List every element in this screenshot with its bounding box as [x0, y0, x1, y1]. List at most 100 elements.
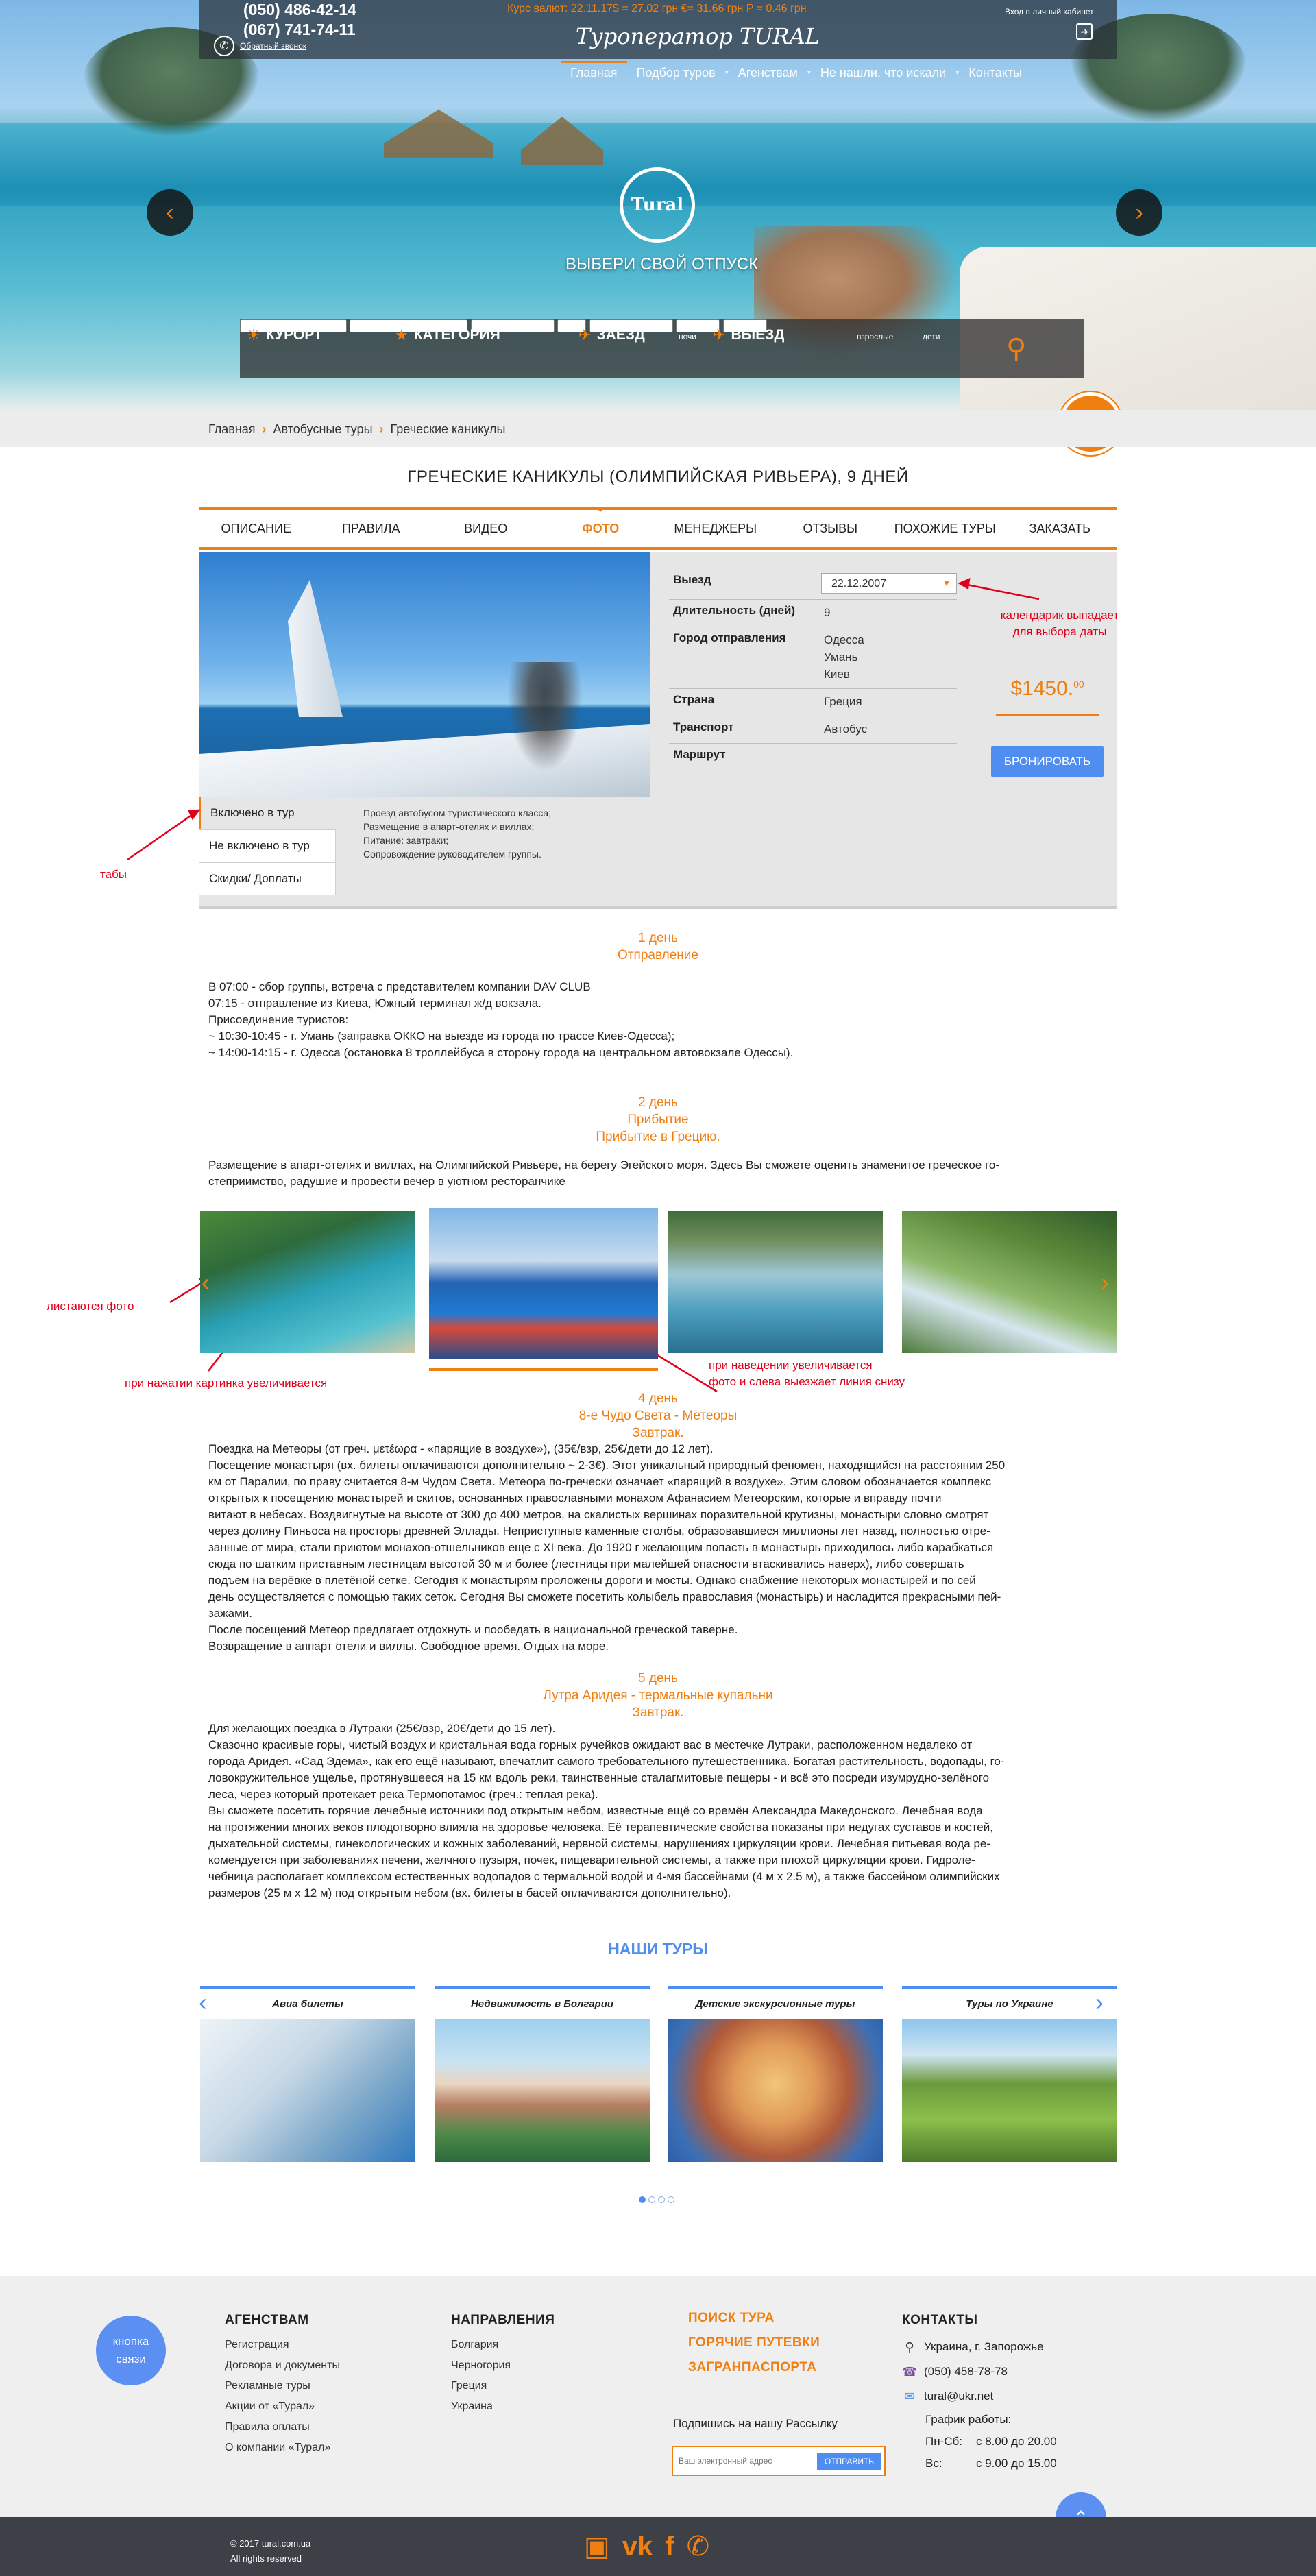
departure-date-select[interactable]: 22.12.2007 ▼	[821, 573, 957, 594]
tour-title: ГРЕЧЕСКИЕ КАНИКУЛЫ (ОЛИМПИЙСКАЯ РИВЬЕРА)…	[407, 467, 909, 486]
tab-rules[interactable]: ПРАВИЛА	[314, 510, 429, 547]
annotation-hover: при наведении увеличивается фото и слева…	[709, 1359, 905, 1388]
social-links: ▣ vk f ✆	[584, 2531, 709, 2562]
tab-description[interactable]: ОПИСАНИЕ	[199, 510, 314, 547]
contact-button[interactable]: кнопка связи	[96, 2316, 166, 2385]
footer-quick-links: ПОИСК ТУРА ГОРЯЧИЕ ПУТЕВКИ ЗАГРАНПАСПОРТ…	[688, 2306, 820, 2380]
footer-link[interactable]: Рекламные туры	[225, 2376, 340, 2396]
exit-icon[interactable]: ➜	[1076, 23, 1093, 40]
nav-agencies[interactable]: Агенствам	[729, 63, 807, 85]
tab-photo[interactable]: ФОТО	[544, 507, 659, 547]
tour-card-bulgaria[interactable]: Недвижимость в Болгарии	[435, 1986, 650, 2162]
resort-field: ☀ КУРОРТ	[247, 326, 323, 343]
work-hours: График работы: Пн-Сб: с 8.00 до 20.00 Вс:…	[925, 2413, 1057, 2470]
day5-heading: 5 день Лутра Аридея - термальные купальн…	[543, 1671, 773, 1720]
subscribe-button[interactable]: ОТПРАВИТЬ	[817, 2453, 881, 2470]
search-icon[interactable]: ⚲	[1006, 333, 1026, 365]
plane-icon: ✈	[578, 326, 592, 343]
bottom-bar: © 2017 tural.com.ua All rights reserved …	[0, 2517, 1316, 2576]
nav-not-found[interactable]: Не нашли, что искали	[811, 63, 955, 85]
carousel-dot[interactable]	[658, 2196, 665, 2203]
login-link[interactable]: Вход в личный кабинет	[1005, 7, 1094, 16]
tab-order[interactable]: ЗАКАЗАТЬ	[1003, 510, 1118, 547]
footer-link[interactable]: Болгария	[451, 2335, 555, 2355]
breadcrumb-home[interactable]: Главная	[208, 422, 256, 437]
tour-card-ukraine[interactable]: Туры по Украине	[902, 1986, 1117, 2162]
footer-link[interactable]: Договора и документы	[225, 2355, 340, 2376]
chevron-down-icon: ▼	[942, 578, 951, 588]
chevron-right-icon: ›	[379, 422, 384, 436]
tour-card-image	[200, 2019, 415, 2162]
phone-icon[interactable]: ✆	[687, 2531, 710, 2562]
contact-phone[interactable]: (050) 458-78-78	[924, 2359, 1008, 2384]
footer-link[interactable]: О компании «Турал»	[225, 2438, 340, 2458]
slider-prev-button[interactable]: ‹	[147, 189, 193, 236]
nav-home[interactable]: Главная	[561, 61, 627, 83]
checkout-field: ✈ ВЫЕЗД	[713, 326, 785, 343]
annotation-photos-scroll: листаются фото	[47, 1300, 134, 1313]
annotation-calendar: календарик выпадает для выбора даты	[1000, 609, 1119, 638]
book-button[interactable]: БРОНИРОВАТЬ	[991, 746, 1104, 777]
tour-card-flights[interactable]: Авиа билеты	[200, 1986, 415, 2162]
slider-next-button[interactable]: ›	[1116, 189, 1162, 236]
mail-icon: ✉	[904, 2390, 915, 2403]
side-tab-not-included[interactable]: Не включено в тур	[199, 829, 336, 862]
palm-icon: ☀	[247, 326, 260, 343]
gallery-photo[interactable]	[902, 1211, 1117, 1353]
breadcrumb-bus-tours[interactable]: Автобусные туры	[273, 422, 373, 437]
annotation-click-zoom: при нажатии картинка увеличивается	[125, 1376, 328, 1389]
footer-link[interactable]: Правила оплаты	[225, 2417, 340, 2438]
callback-link[interactable]: ✆ Обратный звонок	[214, 36, 306, 56]
carousel-dot[interactable]	[639, 2196, 646, 2203]
gallery-photo[interactable]	[429, 1208, 658, 1359]
chevron-left-icon: ‹	[166, 199, 174, 226]
tural-logo: Tural	[620, 167, 695, 243]
nav-contacts[interactable]: Контакты	[959, 63, 1032, 85]
carousel-dot[interactable]	[648, 2196, 655, 2203]
phones: (050) 486-42-14 (067) 741-74-11	[243, 0, 356, 40]
location-icon: ⚲	[905, 2340, 914, 2354]
spec-duration: Длительность (дней) 9	[669, 600, 957, 627]
main-nav: Главная Подбор туров ▾ Агенствам ▾ Не нашл…	[561, 61, 1032, 85]
checkin-field: ✈ ЗАЕЗД	[578, 326, 645, 343]
gallery-photo[interactable]	[668, 1211, 883, 1353]
tour-card-kids[interactable]: Детские экскурсионные туры	[668, 1986, 883, 2162]
footer-link-passports[interactable]: ЗАГРАНПАСПОРТА	[688, 2355, 820, 2380]
tab-video[interactable]: ВИДЕО	[428, 510, 544, 547]
contact-email[interactable]: tural@ukr.net	[924, 2384, 993, 2409]
annotation-tabs: табы	[100, 868, 127, 881]
tab-reviews[interactable]: ОТЗЫВЫ	[773, 510, 888, 547]
spec-transport: Транспорт Автобус	[669, 716, 957, 744]
day4-heading: 4 день 8-е Чудо Света - Метеоры Завтрак.	[578, 1392, 738, 1440]
tab-similar[interactable]: ПОХОЖИЕ ТУРЫ	[888, 510, 1003, 547]
chevron-right-icon: ›	[1135, 199, 1143, 226]
hotel-icon: ★	[395, 326, 409, 343]
email-field[interactable]	[679, 2453, 802, 2469]
footer-link[interactable]: Акции от «Турал»	[225, 2396, 340, 2417]
footer-link[interactable]: Черногория	[451, 2355, 555, 2376]
side-tab-discounts[interactable]: Скидки/ Доплаты	[199, 862, 336, 895]
footer-link[interactable]: Греция	[451, 2376, 555, 2396]
footer-link[interactable]: Украина	[451, 2396, 555, 2417]
footer-link-search[interactable]: ПОИСК ТУРА	[688, 2306, 820, 2331]
chevron-left-icon[interactable]: ‹	[202, 1268, 210, 1297]
brand-title: Туроператор TURAL	[576, 23, 820, 49]
footer-link[interactable]: Регистрация	[225, 2335, 340, 2355]
gallery-photo[interactable]	[200, 1211, 415, 1353]
tour-card-image	[902, 2019, 1117, 2162]
hero-banner: (050) 486-42-14 (067) 741-74-11 ✆ Обратн…	[0, 0, 1316, 410]
nav-tour-search[interactable]: Подбор туров	[627, 63, 725, 85]
day1-text: В 07:00 - сбор группы, встреча с предста…	[208, 980, 794, 1059]
phone-icon: ✆	[214, 36, 234, 56]
footer-link-hot[interactable]: ГОРЯЧИЕ ПУТЕВКИ	[688, 2331, 820, 2355]
carousel-dot[interactable]	[668, 2196, 674, 2203]
tour-photo[interactable]	[199, 552, 650, 797]
facebook-icon[interactable]: f	[665, 2531, 674, 2562]
instagram-icon[interactable]: ▣	[584, 2531, 610, 2562]
spec-departure: Выезд 22.12.2007 ▼	[669, 569, 957, 600]
tab-managers[interactable]: МЕНЕДЖЕРЫ	[658, 510, 773, 547]
side-tab-included[interactable]: Включено в тур	[199, 797, 336, 829]
vk-icon[interactable]: vk	[622, 2531, 653, 2562]
chevron-right-icon[interactable]: ›	[1101, 1268, 1109, 1297]
phone-1[interactable]: (050) 486-42-14	[243, 0, 356, 20]
